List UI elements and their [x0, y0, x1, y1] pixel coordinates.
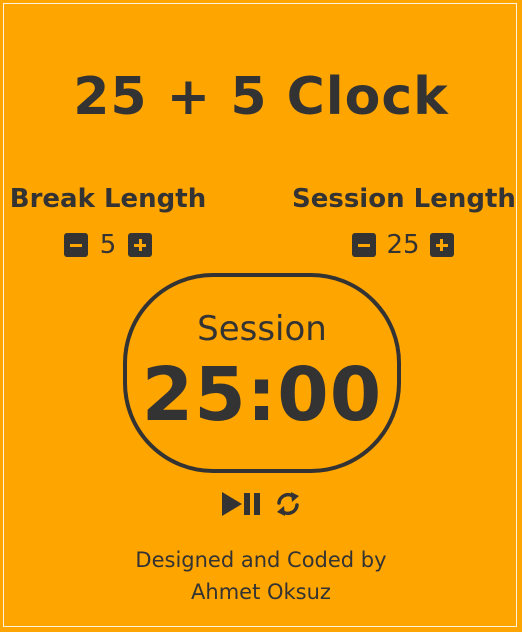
session-length-panel: Session Length 25	[292, 180, 516, 260]
break-increment-button[interactable]	[128, 233, 152, 257]
session-length-value: 25	[386, 230, 420, 260]
reset-button[interactable]	[272, 488, 304, 524]
start-stop-button[interactable]	[218, 488, 264, 524]
time-left: 25:00	[141, 352, 383, 438]
footer-line-1: Designed and Coded by	[135, 548, 387, 572]
play-pause-icon	[222, 492, 260, 516]
footer-author: Ahmet Oksuz	[191, 580, 331, 604]
plus-icon-vertical	[138, 239, 142, 251]
timer-controls	[218, 488, 308, 520]
app-title: 25 + 5 Clock	[73, 67, 449, 127]
session-decrement-button[interactable]	[352, 233, 377, 257]
minus-icon	[358, 243, 371, 247]
break-length-panel: Break Length 5	[8, 180, 208, 260]
session-length-label: Session Length	[292, 184, 516, 214]
session-increment-button[interactable]	[429, 233, 454, 257]
clock-app: 25 + 5 Clock Break Length 5 Session Leng…	[0, 0, 522, 632]
footer-credits: Designed and Coded by Ahmet Oksuz	[0, 544, 522, 608]
break-length-label: Break Length	[9, 184, 207, 214]
minus-icon	[70, 243, 82, 247]
break-decrement-button[interactable]	[64, 233, 88, 257]
session-length-controls: 25	[292, 230, 514, 260]
plus-icon-vertical	[440, 239, 444, 251]
refresh-icon	[277, 492, 299, 516]
break-length-value: 5	[99, 230, 117, 260]
break-length-controls: 5	[8, 230, 208, 260]
timer-label: Session	[197, 309, 327, 349]
timer-display: Session 25:00	[123, 273, 401, 473]
